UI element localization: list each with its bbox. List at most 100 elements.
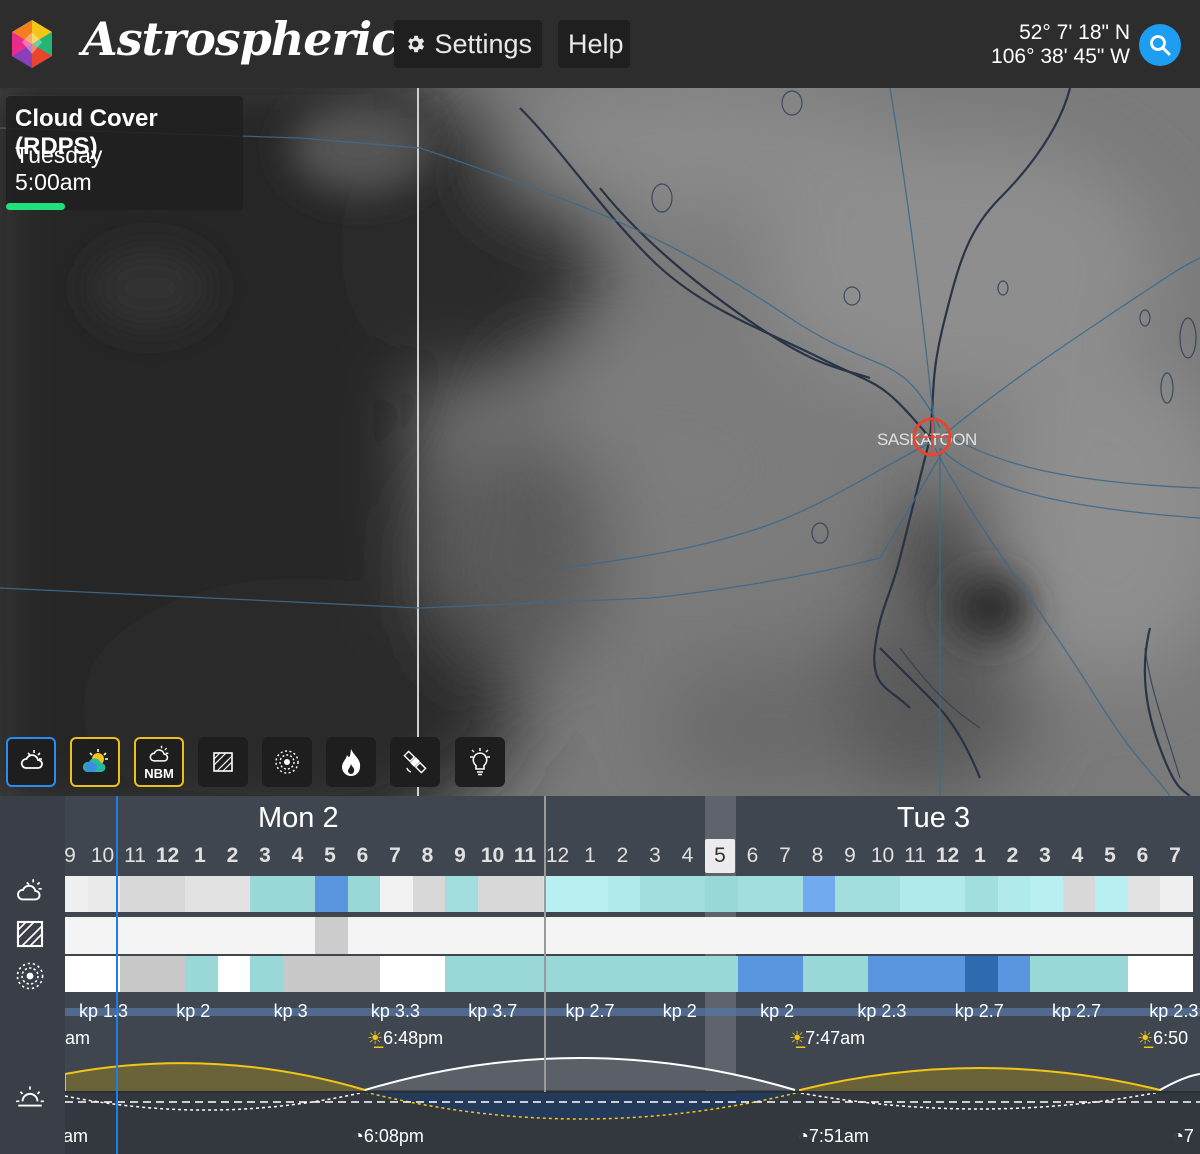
seeing-cell[interactable] (802, 956, 836, 992)
hour-label[interactable]: 10 (868, 844, 898, 868)
transparency-cell[interactable] (672, 917, 706, 954)
seeing-cell[interactable] (315, 956, 348, 992)
hour-label[interactable]: 3 (640, 844, 670, 868)
cloud-cell[interactable] (705, 876, 738, 912)
transparency-cell[interactable] (347, 917, 381, 954)
transparency-cell[interactable] (542, 917, 576, 954)
transparency-cell[interactable] (477, 917, 511, 954)
cloud-cell[interactable] (575, 876, 608, 912)
hour-label[interactable]: 7 (770, 844, 800, 868)
transparency-cell[interactable] (87, 917, 121, 954)
seeing-cell[interactable] (997, 956, 1031, 992)
seeing-cell[interactable] (672, 956, 706, 992)
transparency-cell[interactable] (640, 917, 673, 954)
seeing-cell[interactable] (282, 956, 316, 992)
cloud-cell[interactable] (1127, 876, 1161, 912)
hour-label[interactable]: 12 (153, 844, 183, 868)
hour-label[interactable]: 2 (608, 844, 638, 868)
cloud-cell[interactable] (120, 876, 153, 912)
hour-label[interactable]: 1 (185, 844, 215, 868)
tool-nbm[interactable]: NBM (134, 737, 184, 787)
hour-label[interactable]: 3 (1030, 844, 1060, 868)
transparency-cell[interactable] (965, 917, 998, 954)
hour-label[interactable]: 9 (65, 844, 85, 868)
transparency-cell[interactable] (932, 917, 966, 954)
transparency-cell[interactable] (1127, 917, 1161, 954)
hour-label[interactable]: 5 (315, 844, 345, 868)
seeing-cell[interactable] (770, 956, 803, 992)
cloud-cell[interactable] (217, 876, 251, 912)
seeing-cell[interactable] (932, 956, 966, 992)
transparency-cell[interactable] (705, 917, 738, 954)
logo-icon[interactable] (8, 18, 56, 70)
cloud-cell[interactable] (282, 876, 316, 912)
cloud-cell[interactable] (250, 876, 283, 912)
transparency-cell[interactable] (1062, 917, 1096, 954)
seeing-cell[interactable] (412, 956, 446, 992)
seeing-cell[interactable] (347, 956, 381, 992)
seeing-cell[interactable] (835, 956, 868, 992)
hour-label[interactable]: 2 (998, 844, 1028, 868)
cloud-cell[interactable] (835, 876, 868, 912)
hour-label[interactable]: 9 (835, 844, 865, 868)
cloud-cell[interactable] (542, 876, 576, 912)
hour-label[interactable]: 11 (510, 844, 540, 868)
tool-smoke[interactable] (326, 737, 376, 787)
hour-label[interactable]: 12 (543, 844, 573, 868)
cloud-cell[interactable] (1030, 876, 1063, 912)
seeing-cell[interactable] (185, 956, 218, 992)
cloud-cell[interactable] (152, 876, 186, 912)
hour-label[interactable]: 6 (738, 844, 768, 868)
cloud-cell[interactable] (932, 876, 966, 912)
seeing-cell[interactable] (445, 956, 478, 992)
cloud-cell[interactable] (640, 876, 673, 912)
hour-label[interactable]: 11 (900, 844, 930, 868)
seeing-cell[interactable] (900, 956, 933, 992)
cloud-cell[interactable] (347, 876, 381, 912)
hour-label[interactable]: 12 (933, 844, 963, 868)
transparency-cell[interactable] (380, 917, 413, 954)
tool-transparency[interactable] (198, 737, 248, 787)
cloud-cell[interactable] (997, 876, 1031, 912)
seeing-cell[interactable] (65, 956, 88, 992)
seeing-cell[interactable] (575, 956, 608, 992)
cloud-cell[interactable] (737, 876, 771, 912)
cloud-cell[interactable] (380, 876, 413, 912)
seeing-cell[interactable] (510, 956, 543, 992)
cloud-cell[interactable] (770, 876, 803, 912)
cloud-cell[interactable] (672, 876, 706, 912)
hour-label[interactable]: 4 (673, 844, 703, 868)
transparency-cell[interactable] (867, 917, 901, 954)
hour-label[interactable]: 2 (218, 844, 248, 868)
cloud-cell[interactable] (510, 876, 543, 912)
search-button[interactable] (1139, 24, 1181, 66)
cloud-cell[interactable] (477, 876, 511, 912)
transparency-cell[interactable] (575, 917, 608, 954)
cloud-cell[interactable] (867, 876, 901, 912)
seeing-cell[interactable] (965, 956, 998, 992)
transparency-cell[interactable] (802, 917, 836, 954)
cloud-cell[interactable] (315, 876, 348, 912)
transparency-cell[interactable] (315, 917, 348, 954)
seeing-cell[interactable] (737, 956, 771, 992)
cloud-cell[interactable] (1160, 876, 1193, 912)
hour-label[interactable]: 7 (1160, 844, 1190, 868)
hour-label[interactable]: 6 (1128, 844, 1158, 868)
cloud-cell[interactable] (445, 876, 478, 912)
seeing-cell[interactable] (1095, 956, 1128, 992)
cloud-cell[interactable] (607, 876, 641, 912)
seeing-cell[interactable] (477, 956, 511, 992)
transparency-cell[interactable] (737, 917, 771, 954)
hour-label[interactable]: 4 (1063, 844, 1093, 868)
hour-label[interactable]: 1 (965, 844, 995, 868)
seeing-cell[interactable] (867, 956, 901, 992)
cloud-cell[interactable] (412, 876, 446, 912)
transparency-cell[interactable] (770, 917, 803, 954)
transparency-cell[interactable] (217, 917, 251, 954)
cloud-cell[interactable] (1095, 876, 1128, 912)
seeing-cell[interactable] (1030, 956, 1063, 992)
seeing-cell[interactable] (607, 956, 641, 992)
hour-label[interactable]: 10 (88, 844, 118, 868)
seeing-cell[interactable] (120, 956, 153, 992)
cloud-cell[interactable] (1062, 876, 1096, 912)
